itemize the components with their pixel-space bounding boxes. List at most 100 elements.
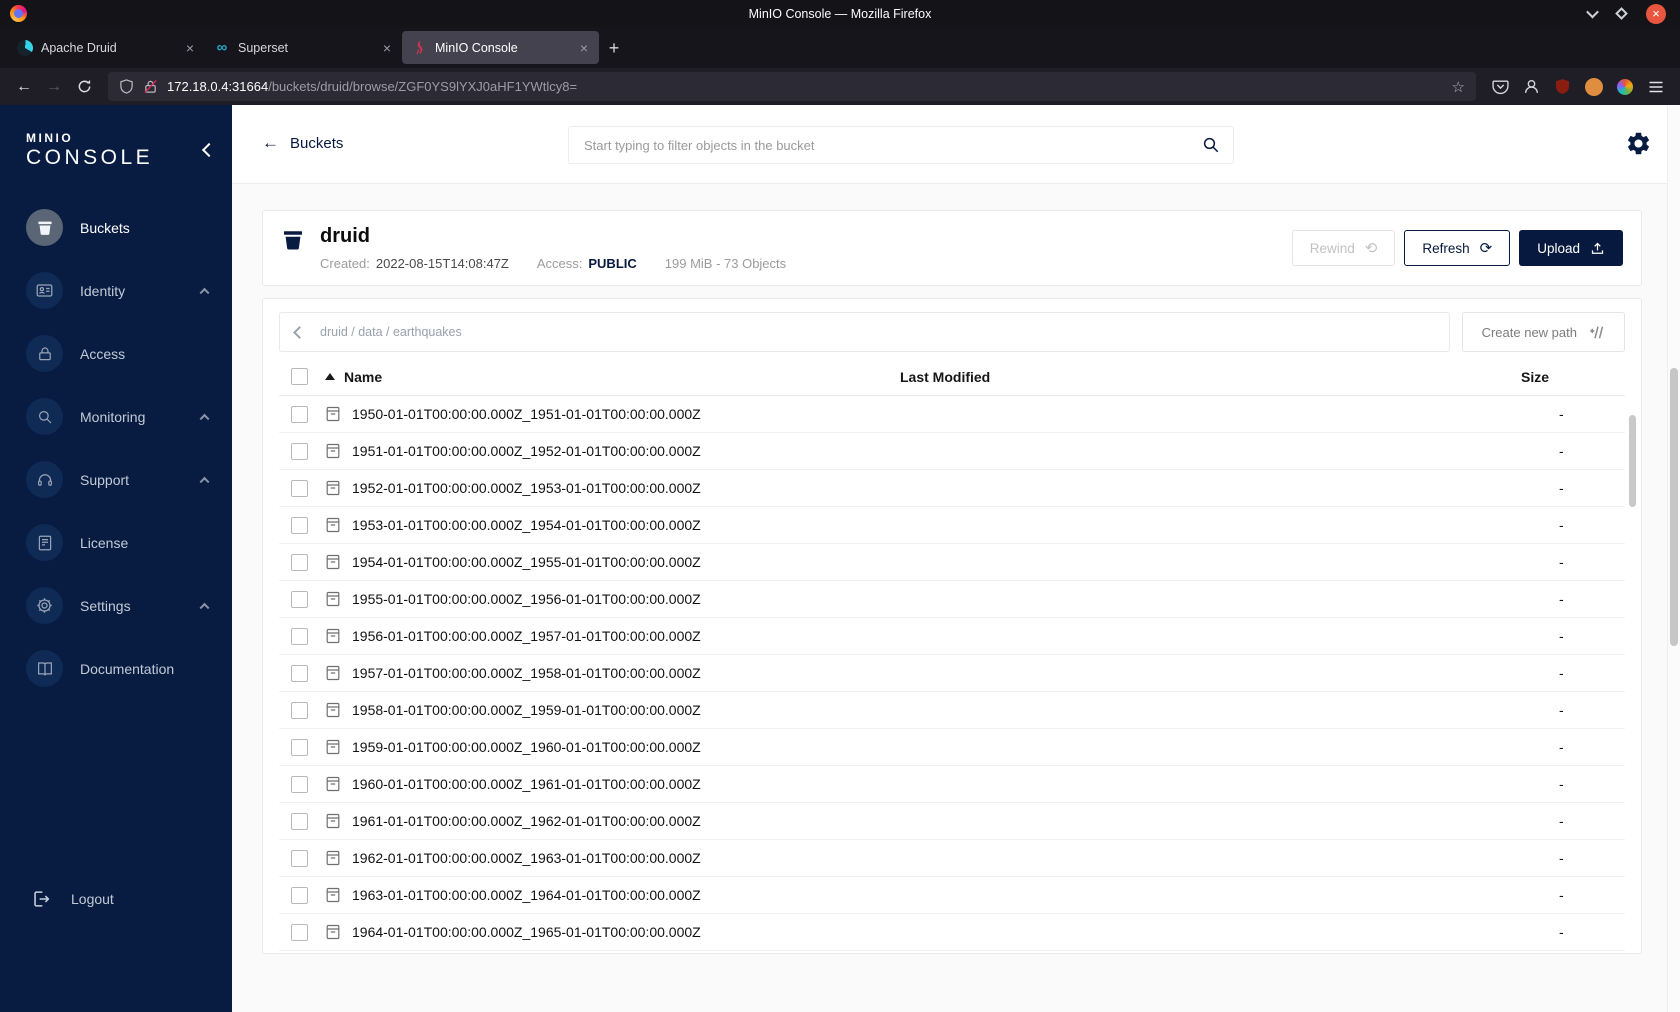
profile-avatar[interactable] [1579,73,1608,101]
tab-close-icon[interactable]: × [578,40,590,56]
object-row[interactable]: 1959-01-01T00:00:00.000Z_1960-01-01T00:0… [279,729,1625,766]
tab-superset[interactable]: ∞ Superset × [205,31,402,64]
sort-ascending-icon[interactable] [325,373,335,380]
object-table-body: 1950-01-01T00:00:00.000Z_1951-01-01T00:0… [279,396,1625,951]
row-checkbox[interactable] [291,516,308,534]
sidebar-item-license[interactable]: License [0,511,232,574]
extension-pinwheel-icon[interactable] [1610,73,1639,101]
tab-close-icon[interactable]: × [381,40,393,56]
column-header-size[interactable]: Size [1475,369,1625,385]
sidebar-item-monitoring[interactable]: Monitoring [0,385,232,448]
object-name: 1956-01-01T00:00:00.000Z_1957-01-01T00:0… [352,628,701,644]
row-checkbox[interactable] [291,775,308,793]
new-tab-button[interactable]: + [599,33,629,63]
object-row[interactable]: 1957-01-01T00:00:00.000Z_1958-01-01T00:0… [279,655,1625,692]
tab-apache-druid[interactable]: Apache Druid × [8,31,205,64]
breadcrumb-path: druid / data / earthquakes [320,325,462,339]
row-checkbox[interactable] [291,812,308,830]
support-headset-icon [26,461,63,498]
sidebar-item-buckets[interactable]: Buckets [0,196,232,259]
ublock-origin-icon[interactable] [1548,73,1577,101]
upload-button[interactable]: Upload [1519,230,1623,266]
connection-not-secure-icon[interactable] [143,79,158,94]
object-row[interactable]: 1951-01-01T00:00:00.000Z_1952-01-01T00:0… [279,433,1625,470]
sidebar-item-identity[interactable]: Identity [0,259,232,322]
search-icon [1202,136,1220,154]
object-row[interactable]: 1958-01-01T00:00:00.000Z_1959-01-01T00:0… [279,692,1625,729]
refresh-button[interactable]: Refresh ⟳ [1404,230,1511,266]
sidebar: MINIO CONSOLE Buckets Identity Access Mo… [0,105,232,1012]
tracking-protection-shield-icon[interactable] [119,79,134,94]
object-row[interactable]: 1953-01-01T00:00:00.000Z_1954-01-01T00:0… [279,507,1625,544]
sidebar-item-access[interactable]: Access [0,322,232,385]
object-size: - [1559,702,1564,718]
window-maximize-icon[interactable] [1615,7,1628,20]
sidebar-item-label: Access [80,345,126,362]
object-prefix-icon [325,850,341,866]
row-checkbox[interactable] [291,442,308,460]
url-bar[interactable]: 172.18.0.4:31664/buckets/druid/browse/ZG… [108,72,1476,101]
object-row[interactable]: 1961-01-01T00:00:00.000Z_1962-01-01T00:0… [279,803,1625,840]
object-row[interactable]: 1963-01-01T00:00:00.000Z_1964-01-01T00:0… [279,877,1625,914]
object-row[interactable]: 1962-01-01T00:00:00.000Z_1963-01-01T00:0… [279,840,1625,877]
breadcrumb-back-chevron-icon[interactable] [293,325,306,339]
object-row[interactable]: 1954-01-01T00:00:00.000Z_1955-01-01T00:0… [279,544,1625,581]
row-checkbox[interactable] [291,923,308,941]
object-row[interactable]: 1960-01-01T00:00:00.000Z_1961-01-01T00:0… [279,766,1625,803]
back-link-label: Buckets [290,134,344,152]
object-row[interactable]: 1955-01-01T00:00:00.000Z_1956-01-01T00:0… [279,581,1625,618]
row-checkbox[interactable] [291,849,308,867]
url-host: 172.18.0.4:31664 [167,79,269,94]
object-prefix-icon [325,665,341,681]
create-path-icon [1588,324,1605,341]
tab-label: MinIO Console [435,40,518,55]
row-checkbox[interactable] [291,886,308,904]
url-path: /buckets/druid/browse/ZGF0YS9lYXJ0aHF1YW… [268,79,578,94]
account-icon[interactable] [1517,73,1546,101]
row-checkbox[interactable] [291,701,308,719]
page-scrollbar[interactable] [1667,106,1680,1012]
sidebar-item-label: Settings [80,597,131,614]
window-minimize-icon[interactable] [1586,5,1599,19]
object-row[interactable]: 1950-01-01T00:00:00.000Z_1951-01-01T00:0… [279,396,1625,433]
page-scrollbar-thumb[interactable] [1670,368,1678,646]
console-settings-gear-icon[interactable] [1625,130,1652,157]
row-checkbox[interactable] [291,405,308,423]
row-checkbox[interactable] [291,664,308,682]
row-checkbox[interactable] [291,738,308,756]
select-all-checkbox[interactable] [291,368,308,385]
object-name: 1962-01-01T00:00:00.000Z_1963-01-01T00:0… [352,850,701,866]
row-checkbox[interactable] [291,553,308,571]
column-header-name[interactable]: Name [344,369,382,385]
pocket-icon[interactable] [1486,73,1515,101]
create-new-path-button[interactable]: Create new path [1461,312,1625,352]
row-checkbox[interactable] [291,627,308,645]
object-row[interactable]: 1952-01-01T00:00:00.000Z_1953-01-01T00:0… [279,470,1625,507]
window-title: MinIO Console — Mozilla Firefox [748,6,932,21]
filter-objects-input[interactable] [569,137,1202,153]
row-checkbox[interactable] [291,479,308,497]
forward-button[interactable]: → [40,73,68,101]
sidebar-item-settings[interactable]: Settings [0,574,232,637]
back-to-buckets-link[interactable]: ← Buckets [262,133,343,153]
tab-minio-console[interactable]: MinIO Console × [402,31,599,64]
window-close-button[interactable]: × [1646,3,1666,24]
tab-label: Apache Druid [41,40,117,55]
sidebar-item-documentation[interactable]: Documentation [0,637,232,700]
bookmark-star-icon[interactable]: ☆ [1452,78,1465,96]
column-header-last-modified[interactable]: Last Modified [900,369,1475,385]
sidebar-item-support[interactable]: Support [0,448,232,511]
object-row[interactable]: 1956-01-01T00:00:00.000Z_1957-01-01T00:0… [279,618,1625,655]
reload-button[interactable] [70,73,98,101]
row-checkbox[interactable] [291,590,308,608]
url-text[interactable]: 172.18.0.4:31664/buckets/druid/browse/ZG… [167,79,577,94]
rewind-button[interactable]: Rewind ⟲ [1291,230,1396,266]
bucket-usage: 199 MiB - 73 Objects [664,256,787,271]
object-row[interactable]: 1964-01-01T00:00:00.000Z_1965-01-01T00:0… [279,914,1625,951]
tab-close-icon[interactable]: × [184,40,196,56]
menu-hamburger-icon[interactable] [1641,73,1670,101]
object-name: 1951-01-01T00:00:00.000Z_1952-01-01T00:0… [352,443,701,459]
table-scrollbar-thumb[interactable] [1629,415,1636,507]
back-button[interactable]: ← [10,73,38,101]
sidebar-item-logout[interactable]: Logout [0,867,232,930]
